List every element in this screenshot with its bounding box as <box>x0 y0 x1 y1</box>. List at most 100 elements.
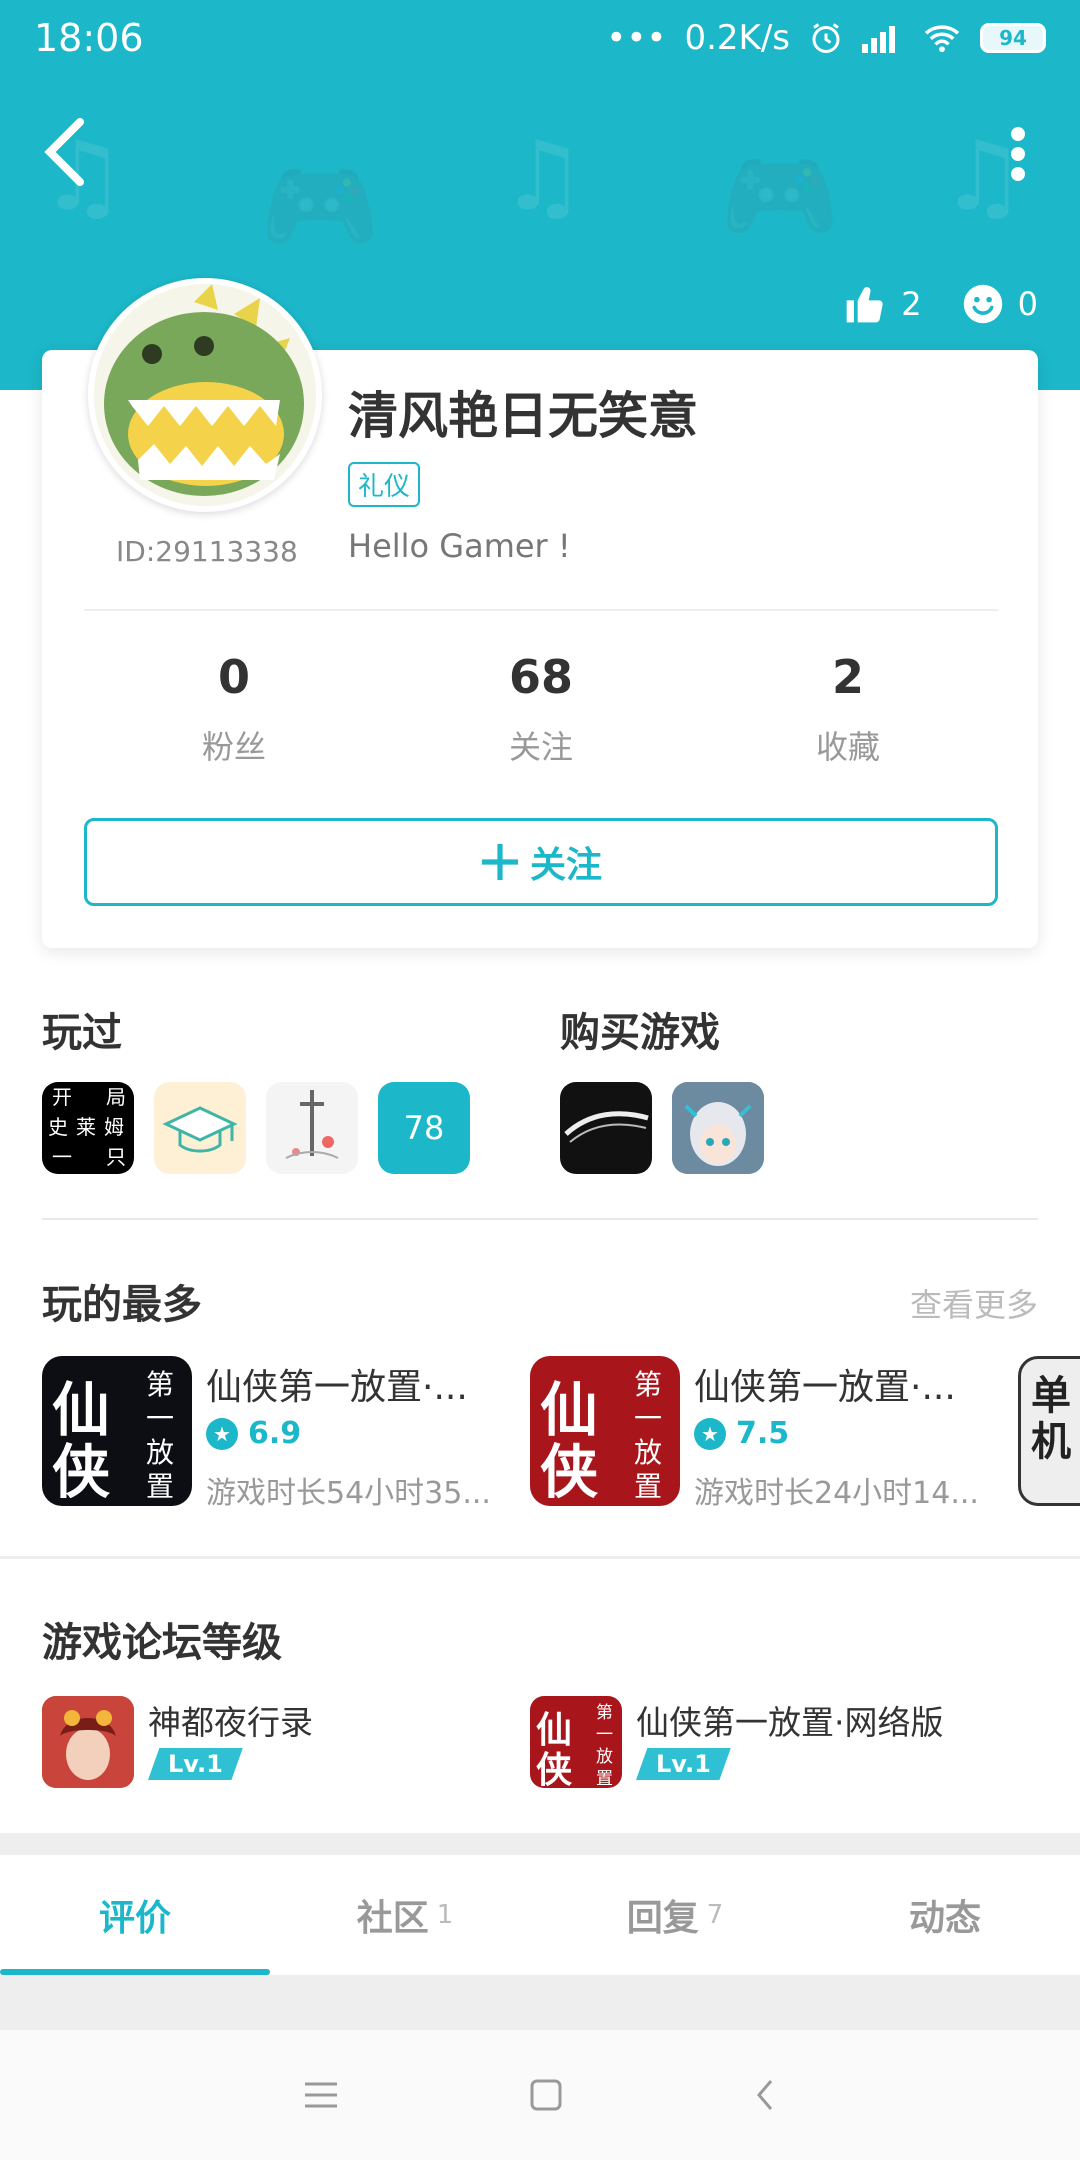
forum-game-name: 神都夜行录 <box>148 1703 313 1742</box>
svg-text:仙: 仙 <box>540 1376 598 1444</box>
user-name: 清风艳日无笑意 <box>348 387 698 445</box>
svg-text:放: 放 <box>596 1747 613 1767</box>
svg-text:机: 机 <box>1031 1418 1071 1465</box>
tab-reviews[interactable]: 评价 <box>0 1855 270 1975</box>
music-note-icon: ♫ <box>500 120 587 232</box>
forum-game-icon <box>42 1696 134 1788</box>
svg-text:置: 置 <box>634 1470 662 1503</box>
forum-level-item[interactable]: 仙 侠 第 一 放 置 仙侠第一放置·网络版 Lv.1 <box>530 1696 1030 1790</box>
forum-levels-title: 游戏论坛等级 <box>42 1620 282 1666</box>
game-icon: 仙 侠 第 一 放 置 <box>530 1356 680 1506</box>
menu-icon[interactable] <box>303 2080 339 2110</box>
tab-count: 7 <box>706 1900 724 1930</box>
svg-text:置: 置 <box>146 1470 174 1503</box>
slime-game-icon: 开 局 史 莱 姆 一 只 <box>48 1085 126 1169</box>
follow-label: 关注 <box>529 845 602 886</box>
svg-text:只: 只 <box>106 1145 126 1169</box>
game-icon: 单 机 <box>1018 1356 1080 1506</box>
game-score: ★ 6.9 <box>206 1416 301 1451</box>
smiles-stat[interactable]: 0 <box>962 282 1038 326</box>
count-value: 68 <box>508 650 573 704</box>
count-label: 收藏 <box>815 728 880 766</box>
tab-label: 社区 <box>356 1898 429 1939</box>
svg-text:莱: 莱 <box>76 1115 96 1139</box>
purchased-game-icon-1[interactable] <box>560 1082 652 1174</box>
header-stats: 2 0 <box>843 282 1038 326</box>
played-title: 玩过 <box>42 1010 122 1056</box>
anime-girl-icon <box>672 1082 764 1174</box>
xianxia-game-icon: 仙 侠 第 一 放 置 <box>52 1368 174 1506</box>
status-time: 18:06 <box>34 16 144 60</box>
status-dots: ••• <box>606 18 667 58</box>
followers-count[interactable]: 0 粉丝 <box>84 650 384 768</box>
brush-stroke-icon <box>564 1111 649 1143</box>
most-played-title: 玩的最多 <box>42 1282 202 1328</box>
tab-replies[interactable]: 回复 7 <box>540 1855 810 1975</box>
forum-level-item[interactable]: 神都夜行录 Lv.1 <box>42 1696 512 1790</box>
graduation-cap-icon <box>162 1106 238 1153</box>
svg-text:放: 放 <box>146 1436 174 1469</box>
favorites-count[interactable]: 2 收藏 <box>698 650 998 768</box>
count-label: 粉丝 <box>201 728 266 766</box>
svg-text:一: 一 <box>596 1725 613 1745</box>
plus-icon <box>481 844 518 880</box>
status-bar: 18:06 ••• 0.2K/s 94 <box>0 0 1080 76</box>
tab-label: 回复 <box>626 1898 699 1939</box>
shendu-game-icon <box>42 1696 134 1788</box>
most-played-item[interactable]: 仙 侠 第 一 放 置 仙侠第一放置·... ★ 6.9 游戏时长54小时35.… <box>42 1356 512 1511</box>
smiles-count: 0 <box>1017 285 1038 323</box>
svg-text:一: 一 <box>146 1402 174 1435</box>
back-arrow-icon[interactable] <box>40 118 90 186</box>
svg-text:侠: 侠 <box>540 1438 598 1506</box>
network-speed: 0.2K/s <box>684 18 790 58</box>
standalone-game-icon: 单 机 <box>1031 1372 1071 1465</box>
gamepad-icon: 🎮 <box>260 150 380 262</box>
most-played-item[interactable]: 仙 侠 第 一 放 置 仙侠第一放置·... ★ 7.5 游戏时长24小时14.… <box>530 1356 1000 1511</box>
section-divider <box>0 1556 1080 1559</box>
purchased-game-icon-2[interactable] <box>672 1082 764 1174</box>
star-icon: ★ <box>694 1417 726 1450</box>
purchased-title: 购买游戏 <box>560 1010 720 1056</box>
section-divider <box>42 1218 1038 1220</box>
alarm-icon <box>812 23 840 53</box>
star-icon: ★ <box>206 1417 238 1450</box>
follow-button[interactable]: 关注 <box>84 818 998 906</box>
level-badge: Lv.1 <box>148 1748 243 1780</box>
tab-community[interactable]: 社区 1 <box>270 1855 540 1975</box>
xianxia-game-icon: 仙 侠 第 一 放 置 <box>536 1703 613 1788</box>
count-label: 关注 <box>508 728 573 766</box>
likes-stat[interactable]: 2 <box>843 282 922 326</box>
following-count[interactable]: 68 关注 <box>391 650 691 768</box>
game-icon-education[interactable] <box>154 1082 246 1174</box>
more-vertical-icon[interactable] <box>1008 126 1028 182</box>
game-icon-sword[interactable] <box>266 1082 358 1174</box>
svg-text:置: 置 <box>596 1769 613 1788</box>
likes-count: 2 <box>901 285 922 323</box>
count-value: 0 <box>217 650 250 704</box>
played-more-tile[interactable]: 78 <box>378 1082 470 1174</box>
avatar[interactable] <box>88 278 322 512</box>
svg-text:第: 第 <box>634 1368 662 1401</box>
most-played-item-partial[interactable]: 单 机 <box>1018 1356 1080 1508</box>
thumbs-up-icon <box>846 287 883 323</box>
count-value: 2 <box>831 650 864 704</box>
game-icon-slime[interactable]: 开 局 史 莱 姆 一 只 <box>42 1082 134 1174</box>
svg-text:局: 局 <box>106 1085 126 1109</box>
profile-counts: 0 粉丝 68 关注 2 收藏 <box>84 650 998 768</box>
signal-icon <box>862 26 895 53</box>
smiley-icon <box>963 284 1002 324</box>
tab-content-area <box>0 1975 1080 2030</box>
user-badge[interactable]: 礼仪 <box>348 462 421 507</box>
dinosaur-avatar-icon <box>94 284 316 506</box>
home-icon[interactable] <box>529 2078 563 2112</box>
back-icon[interactable] <box>753 2077 777 2113</box>
system-navigation-bar <box>0 2030 1080 2160</box>
tab-activity[interactable]: 动态 <box>810 1855 1080 1975</box>
see-more-link[interactable]: 查看更多 <box>910 1280 1038 1326</box>
play-time: 游戏时长54小时35... <box>206 1476 491 1511</box>
sword-icon <box>285 1090 339 1159</box>
svg-text:姆: 姆 <box>104 1115 124 1139</box>
status-right: ••• 0.2K/s 94 <box>606 16 1046 60</box>
score-value: 7.5 <box>736 1416 790 1451</box>
svg-text:侠: 侠 <box>52 1438 110 1506</box>
